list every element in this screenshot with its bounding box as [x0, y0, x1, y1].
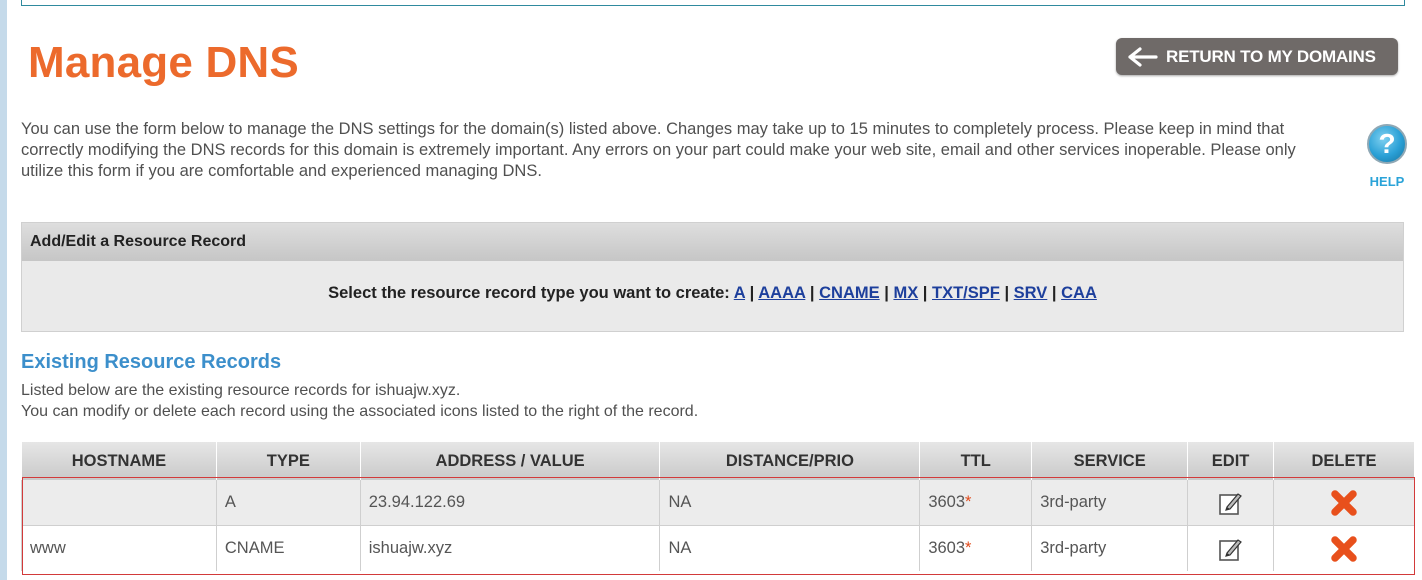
- help-label: HELP: [1369, 174, 1405, 189]
- column-header-prio: DISTANCE/PRIO: [659, 442, 921, 480]
- type-cell: A: [215, 480, 361, 526]
- record-type-link-srv[interactable]: SRV: [1014, 284, 1048, 302]
- column-header-hostname: HOSTNAME: [21, 442, 217, 480]
- ttl-asterisk: *: [965, 539, 972, 557]
- record-type-link-caa[interactable]: CAA: [1061, 284, 1097, 302]
- column-header-address: ADDRESS / VALUE: [359, 442, 661, 480]
- separator: |: [809, 284, 815, 302]
- hostname-cell: [21, 480, 217, 526]
- record-type-selector: Select the resource record type you want…: [22, 284, 1403, 303]
- existing-records-title: Existing Resource Records: [21, 351, 282, 373]
- return-button-label: RETURN TO MY DOMAINS: [1166, 46, 1376, 66]
- ttl-value: 3603: [928, 493, 966, 511]
- separator: |: [749, 284, 755, 302]
- page-title: Manage DNS: [28, 38, 299, 87]
- existing-records-desc-2: You can modify or delete each record usi…: [21, 403, 699, 420]
- service-cell: 3rd-party: [1031, 480, 1189, 526]
- record-type-link-mx[interactable]: MX: [893, 284, 918, 302]
- record-type-link-cname[interactable]: CNAME: [819, 284, 880, 302]
- ttl-cell: 3603*: [919, 480, 1033, 526]
- delete-cell: [1273, 525, 1415, 571]
- address-cell: 23.94.122.69: [359, 480, 661, 526]
- address-cell: ishuajw.xyz: [359, 525, 661, 571]
- table-row: www CNAME ishuajw.xyz NA 3603* 3rd-party: [21, 525, 1415, 571]
- record-type-prompt: Select the resource record type you want…: [328, 284, 730, 302]
- intro-text: You can use the form below to manage the…: [21, 120, 1296, 180]
- separator: |: [922, 284, 928, 302]
- panel-title: Add/Edit a Resource Record: [22, 223, 1403, 261]
- table-row: A 23.94.122.69 NA 3603* 3rd-party: [21, 480, 1415, 526]
- edit-cell: [1187, 525, 1275, 571]
- record-type-link-a[interactable]: A: [734, 284, 745, 302]
- ttl-value: 3603: [928, 539, 966, 557]
- delete-cell: [1273, 480, 1415, 526]
- column-header-delete: DELETE: [1273, 442, 1415, 480]
- column-header-ttl: TTL: [919, 442, 1033, 480]
- help-button[interactable]: ? HELP: [1364, 124, 1410, 189]
- type-cell: CNAME: [215, 525, 361, 571]
- service-cell: 3rd-party: [1031, 525, 1189, 571]
- existing-records-desc-1: Listed below are the existing resource r…: [21, 382, 461, 399]
- separator: |: [1051, 284, 1057, 302]
- left-stripe: [0, 0, 7, 580]
- add-edit-record-panel: Add/Edit a Resource Record Select the re…: [21, 222, 1404, 332]
- edit-cell: [1187, 480, 1275, 526]
- domain-box-border: [21, 0, 1405, 6]
- return-to-domains-button[interactable]: RETURN TO MY DOMAINS: [1116, 38, 1398, 75]
- hostname-cell: www: [21, 525, 217, 571]
- record-type-link-txt-spf[interactable]: TXT/SPF: [932, 284, 1000, 302]
- separator: |: [884, 284, 889, 302]
- column-header-service: SERVICE: [1031, 442, 1189, 480]
- delete-icon[interactable]: [1329, 534, 1359, 564]
- edit-icon[interactable]: [1218, 536, 1244, 562]
- prio-cell: NA: [659, 525, 921, 571]
- help-icon: ?: [1367, 124, 1407, 164]
- table-header-row: HOSTNAME TYPE ADDRESS / VALUE DISTANCE/P…: [21, 442, 1415, 480]
- delete-icon[interactable]: [1329, 488, 1359, 518]
- ttl-cell: 3603*: [919, 525, 1033, 571]
- ttl-asterisk: *: [965, 493, 972, 511]
- column-header-edit: EDIT: [1187, 442, 1275, 480]
- record-type-link-aaaa[interactable]: AAAA: [758, 284, 805, 302]
- separator: |: [1004, 284, 1010, 302]
- left-arrow-icon: [1128, 46, 1158, 67]
- records-table: HOSTNAME TYPE ADDRESS / VALUE DISTANCE/P…: [21, 442, 1415, 571]
- prio-cell: NA: [659, 480, 921, 526]
- edit-icon[interactable]: [1218, 490, 1244, 516]
- column-header-type: TYPE: [215, 442, 361, 480]
